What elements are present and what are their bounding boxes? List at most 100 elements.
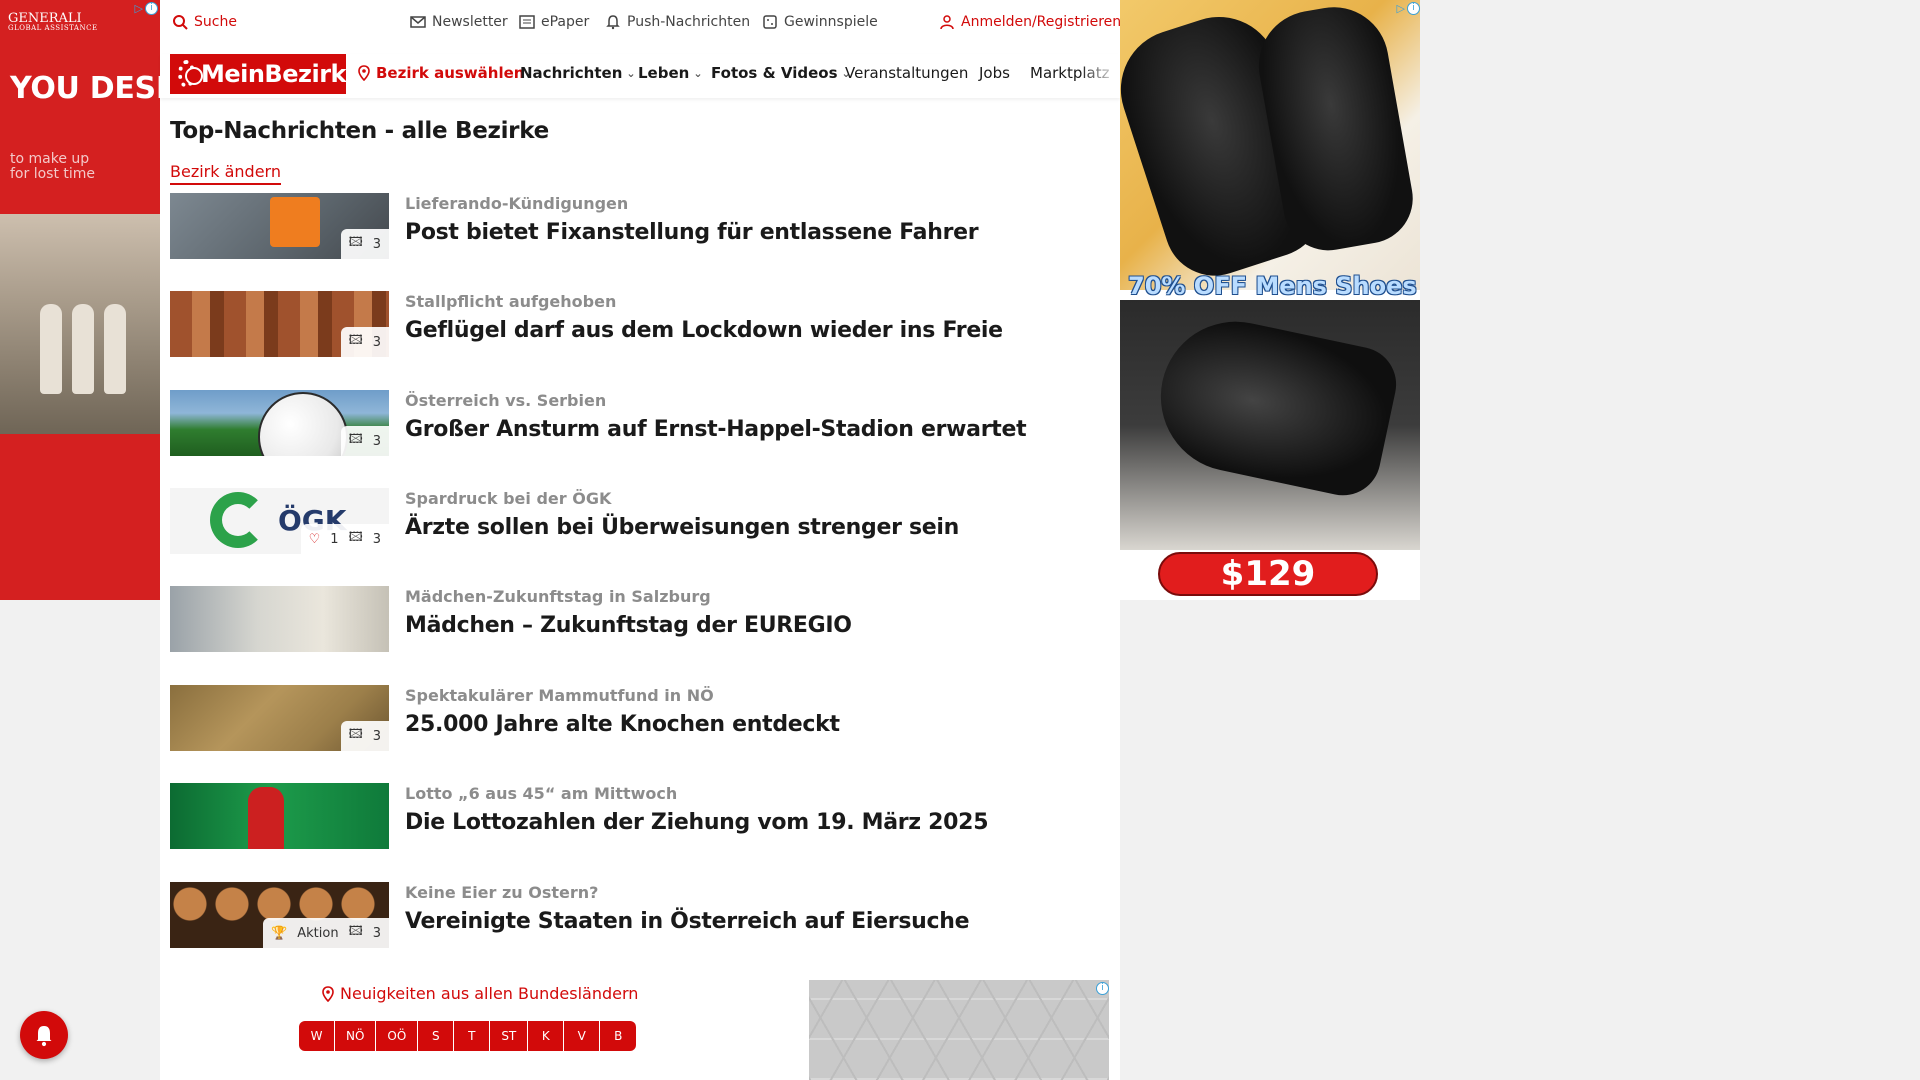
like-count: 1 (330, 531, 339, 547)
gallery-icon: 🖾 (348, 924, 363, 939)
location-pin-icon (358, 65, 370, 81)
page-title: Top-Nachrichten - alle Bezirke (170, 118, 549, 144)
ad-subline: to make up for lost time (10, 151, 96, 183)
notification-bell-button[interactable] (20, 1011, 68, 1059)
article-kicker: Mädchen-Zukunftstag in Salzburg (405, 587, 711, 606)
region-button-st[interactable]: ST (490, 1021, 529, 1051)
gewinnspiele-label: Gewinnspiele (784, 14, 878, 30)
article-headline[interactable]: Mädchen – Zukunftstag der EUREGIO (405, 613, 852, 638)
article-item[interactable]: 🏆 Aktion 🖾 3 Keine Eier zu Ostern? Vereini… (170, 882, 1110, 948)
right-ad-banner[interactable]: 70% OFF Mens Shoes $129 ▷ i (1120, 0, 1420, 600)
bell-icon (606, 15, 620, 30)
article-kicker: Österreich vs. Serbien (405, 391, 607, 410)
gallery-icon: 🖾 (348, 333, 363, 348)
nav-nachrichten-label: Nachrichten (520, 64, 623, 82)
ad-price-button[interactable]: $129 (1158, 552, 1378, 596)
user-icon (940, 15, 954, 30)
regions-title-label: Neuigkeiten aus allen Bundesländern (340, 984, 639, 1003)
article-kicker: Stallpflicht aufgehoben (405, 292, 617, 311)
push-link[interactable]: Push-Nachrichten (605, 14, 750, 30)
article-thumbnail[interactable]: 🖾 3 (170, 193, 389, 259)
district-selector[interactable]: Bezirk auswählen (356, 64, 524, 82)
nav-fotos-videos[interactable]: Fotos & Videos ⌄ (711, 64, 851, 82)
article-thumbnail[interactable]: ÖGK ♡ 1 🖾 3 (170, 488, 389, 554)
article-thumbnail[interactable]: 🖾 3 (170, 685, 389, 751)
nav-veranstaltungen-label: Veranstaltungen (845, 64, 969, 82)
nav-jobs[interactable]: Jobs (979, 64, 1010, 82)
search-link[interactable]: Suche (172, 14, 237, 30)
top-bar: Suche Newsletter ePaper Push-Nachrichten… (160, 0, 1121, 46)
article-headline[interactable]: 25.000 Jahre alte Knochen entdeckt (405, 712, 840, 737)
gallery-icon: 🖾 (348, 530, 363, 545)
ad-choices-icon[interactable]: ▷ i (128, 0, 158, 16)
article-item[interactable]: Mädchen-Zukunftstag in Salzburg Mädchen … (170, 586, 1110, 652)
article-item[interactable]: 🖾 3 Spektakulärer Mammutfund in NÖ 25.000… (170, 685, 1110, 751)
change-district-link[interactable]: Bezirk ändern (170, 162, 281, 185)
region-button-ooe[interactable]: OÖ (376, 1021, 419, 1051)
search-label: Suche (194, 14, 237, 30)
epaper-label: ePaper (541, 14, 590, 30)
image-count: 3 (372, 236, 381, 252)
region-button-noe[interactable]: NÖ (335, 1021, 377, 1051)
article-item[interactable]: ÖGK ♡ 1 🖾 3 Spardruck bei der ÖGK Ärzte so… (170, 488, 1110, 554)
article-headline[interactable]: Geflügel darf aus dem Lockdown wieder in… (405, 318, 1003, 343)
article-thumbnail[interactable]: 🖾 3 (170, 390, 389, 456)
article-thumbnail[interactable] (170, 783, 389, 849)
newsletter-label: Newsletter (432, 14, 508, 30)
login-link[interactable]: Anmelden/Registrieren (939, 14, 1121, 30)
nav-fotos-videos-label: Fotos & Videos (711, 64, 838, 82)
image-count-badge: 🖾 3 (340, 721, 389, 751)
image-count-badge: 🖾 3 (340, 426, 389, 456)
bell-icon (36, 1026, 52, 1047)
article-item[interactable]: 🖾 3 Österreich vs. Serbien Großer Ansturm… (170, 390, 1110, 456)
chevron-down-icon: ⌄ (626, 66, 636, 80)
logo-text: MeinBezirk (200, 60, 347, 88)
nav-leben[interactable]: Leben ⌄ (638, 64, 703, 82)
logo-sun-icon (178, 60, 203, 88)
mail-icon (410, 16, 426, 28)
region-button-k[interactable]: K (528, 1021, 565, 1051)
article-headline[interactable]: Post bietet Fixanstellung für entlassene… (405, 220, 979, 245)
ad-promo-text: 70% OFF Mens Shoes (1128, 272, 1417, 300)
image-count-badge: 🖾 3 (340, 229, 389, 259)
image-count-badge: ♡ 1 🖾 3 (300, 524, 389, 554)
nav-leben-label: Leben (638, 64, 690, 82)
region-button-b[interactable]: B (600, 1021, 637, 1051)
gallery-icon: 🖾 (348, 235, 363, 250)
epaper-link[interactable]: ePaper (519, 14, 589, 30)
image-count: 3 (372, 925, 381, 941)
ad-choices-icon[interactable]: ▷ i (1390, 0, 1420, 16)
image-count-badge: 🏆 Aktion 🖾 3 (263, 918, 389, 948)
article-kicker: Lotto „6 aus 45“ am Mittwoch (405, 784, 678, 803)
newspaper-icon (519, 15, 535, 29)
article-thumbnail[interactable] (170, 586, 389, 652)
region-button-w[interactable]: W (299, 1021, 335, 1051)
region-button-s[interactable]: S (418, 1021, 455, 1051)
meinbezirk-logo[interactable]: MeinBezirk (170, 54, 347, 94)
nav-veranstaltungen[interactable]: Veranstaltungen (845, 64, 968, 82)
gewinnspiele-link[interactable]: Gewinnspiele (762, 14, 878, 30)
article-headline[interactable]: Großer Ansturm auf Ernst-Happel-Stadion … (405, 417, 1027, 442)
article-item[interactable]: 🖾 3 Stallpflicht aufgehoben Geflügel darf… (170, 291, 1110, 357)
article-thumbnail[interactable]: 🏆 Aktion 🖾 3 (170, 882, 389, 948)
article-headline[interactable]: Vereinigte Staaten in Österreich auf Eie… (405, 909, 970, 934)
article-item[interactable]: 🖾 3 Lieferando-Kündigungen Post bietet Fi… (170, 193, 1110, 259)
article-headline[interactable]: Die Lottozahlen der Ziehung vom 19. März… (405, 810, 989, 835)
gallery-icon: 🖾 (348, 727, 363, 742)
article-headline[interactable]: Ärzte sollen bei Überweisungen strenger … (405, 515, 959, 540)
newsletter-link[interactable]: Newsletter (410, 14, 508, 30)
regions-title: Neuigkeiten aus allen Bundesländern (320, 984, 638, 1003)
heart-icon: ♡ (308, 531, 321, 547)
bottom-ad-placeholder[interactable]: i (809, 980, 1109, 1080)
ad-headline: YOU DESERV… (10, 71, 160, 106)
region-button-v[interactable]: V (564, 1021, 601, 1051)
region-button-t[interactable]: T (454, 1021, 491, 1051)
article-thumbnail[interactable]: 🖾 3 (170, 291, 389, 357)
ad-info-icon[interactable]: i (1079, 980, 1109, 996)
nav-jobs-label: Jobs (979, 64, 1010, 82)
article-item[interactable]: Lotto „6 aus 45“ am Mittwoch Die Lottoza… (170, 783, 1110, 849)
left-ad-banner[interactable]: GENERALI GLOBAL ASSISTANCE ▷i YOU DESERV… (0, 0, 160, 600)
region-button-group: W NÖ OÖ S T ST K V B (299, 1021, 637, 1051)
nav-nachrichten[interactable]: Nachrichten ⌄ (520, 64, 636, 82)
page: GENERALI GLOBAL ASSISTANCE ▷i YOU DESERV… (0, 0, 1920, 1080)
